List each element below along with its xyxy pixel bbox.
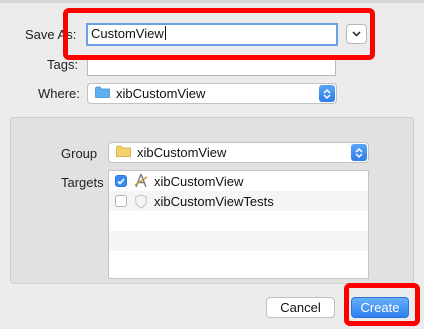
target-label: xibCustomView	[154, 173, 244, 189]
where-label: Where:	[38, 86, 80, 101]
popup-stepper-icon	[351, 144, 367, 161]
group-folder-icon	[116, 145, 131, 160]
target-row-xibcustomviewtests[interactable]: xibCustomViewTests	[109, 191, 368, 211]
target-label: xibCustomViewTests	[154, 193, 274, 209]
checkmark-icon	[117, 177, 125, 185]
shield-icon	[133, 193, 149, 209]
tags-label: Tags:	[47, 57, 79, 72]
popup-stepper-icon	[319, 85, 335, 102]
targets-list[interactable]: xibCustomView xibCustomViewTests	[108, 170, 369, 279]
expand-disclosure-button[interactable]	[346, 24, 367, 44]
where-value: xibCustomView	[116, 86, 206, 101]
xcode-app-icon	[133, 173, 149, 189]
targets-label: Targets	[61, 175, 104, 190]
empty-row	[109, 211, 368, 231]
target-checkbox-checked[interactable]	[115, 175, 127, 187]
cancel-button[interactable]: Cancel	[266, 297, 335, 318]
group-value: xibCustomView	[137, 145, 227, 160]
empty-row	[109, 231, 368, 251]
save-as-field[interactable]: CustomView	[86, 23, 338, 46]
target-checkbox-unchecked[interactable]	[115, 195, 127, 207]
target-row-xibcustomview[interactable]: xibCustomView	[109, 171, 368, 191]
folder-icon	[95, 86, 110, 101]
tags-field[interactable]	[87, 56, 336, 76]
chevron-down-icon	[352, 31, 361, 37]
create-button[interactable]: Create	[351, 297, 409, 318]
sheet-top-edge	[0, 0, 424, 3]
save-as-label: Save As:	[25, 27, 77, 42]
group-popup[interactable]: xibCustomView	[108, 142, 369, 163]
save-as-value: CustomView	[91, 26, 164, 41]
group-label: Group	[61, 146, 98, 161]
text-caret	[164, 26, 166, 40]
empty-row	[109, 251, 368, 271]
where-popup[interactable]: xibCustomView	[87, 83, 337, 104]
